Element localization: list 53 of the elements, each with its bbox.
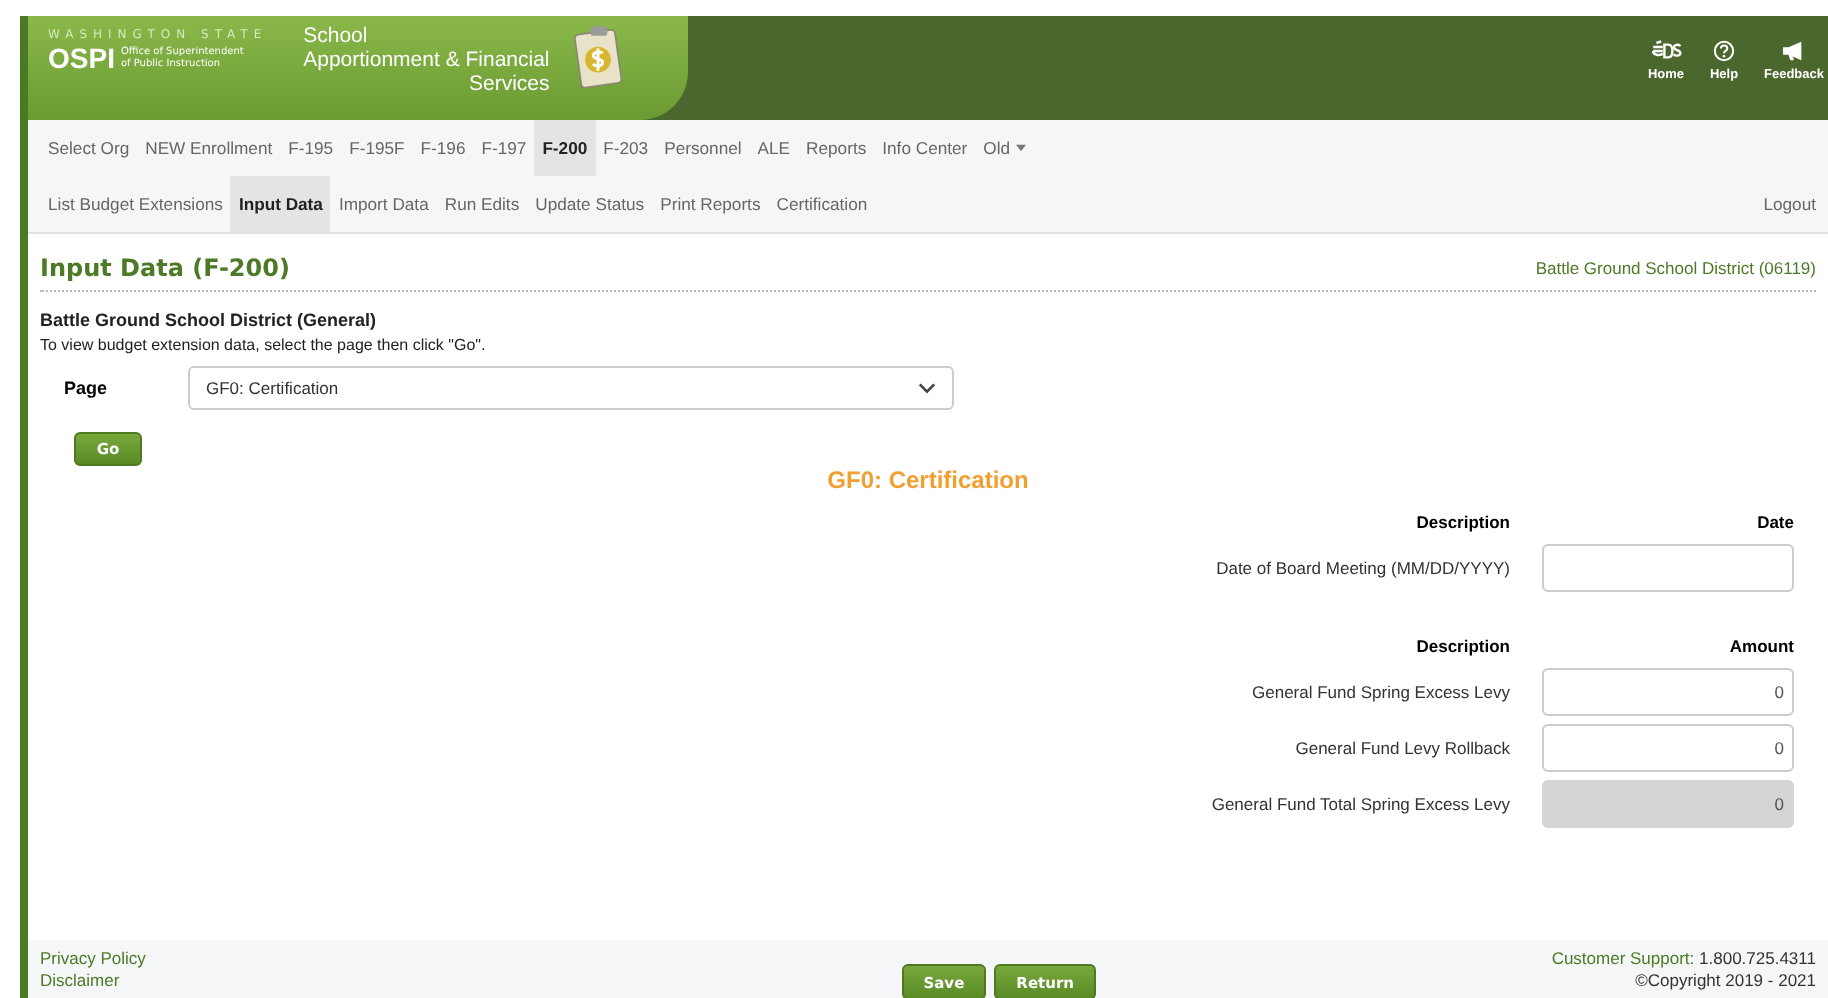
nav-tab[interactable]: F-195 [280, 120, 342, 176]
support-phone: 1.800.725.4311 [1699, 948, 1816, 968]
nav-tab[interactable]: Reports [798, 120, 875, 176]
sub-nav-tab[interactable]: List Budget Extensions [40, 176, 231, 232]
form-title: GF0: Certification [827, 466, 1029, 494]
page-label: Page [62, 378, 110, 398]
sub-nav-tab[interactable]: Import Data [330, 176, 437, 232]
sub-nav-tab[interactable]: Certification [768, 176, 876, 232]
nav-tab[interactable]: F-203 [595, 120, 657, 176]
nav-tab[interactable]: Select Org [40, 120, 138, 176]
field-label: General Fund Spring Excess Levy [1250, 682, 1510, 702]
column-header: Description [1414, 510, 1510, 536]
app-title: Apportionment & Financial [303, 48, 550, 72]
support-label: Customer Support: [1551, 948, 1695, 968]
nav-tab[interactable]: ALE [749, 120, 799, 176]
chevron-down-icon [918, 382, 936, 394]
page-title: Input Data (F-200) [40, 254, 290, 282]
column-header: Description [1414, 634, 1510, 660]
section-title: Battle Ground School District (General) [40, 310, 379, 330]
sub-nav-tab[interactable]: Run Edits [436, 176, 528, 232]
nav-tab[interactable]: Old [975, 120, 1035, 176]
help-icon [1708, 40, 1740, 62]
logout-link[interactable]: Logout [1763, 176, 1828, 232]
nav-tab[interactable]: Personnel [656, 120, 750, 176]
input-field: 0 [1542, 780, 1794, 828]
field-label: Date of Board Meeting (MM/DD/YYYY) [1214, 558, 1510, 578]
column-header: Date [1755, 510, 1794, 536]
app-title: Services [467, 72, 550, 96]
app-title: School [303, 24, 370, 48]
footer-link[interactable]: Privacy Policy [40, 948, 146, 970]
nav-tab[interactable]: F-197 [473, 120, 535, 176]
nav-tab[interactable]: NEW Enrollment [137, 120, 281, 176]
eds-logo-icon [1649, 40, 1682, 62]
nav-tab[interactable]: Info Center [874, 120, 976, 176]
field-label: General Fund Levy Rollback [1293, 738, 1510, 758]
page-select[interactable]: GF0: Certification [188, 366, 954, 410]
nav-tab[interactable]: F-195F [341, 120, 413, 176]
sub-nav-tab[interactable]: Update Status [527, 176, 653, 232]
sub-nav-tab[interactable]: Input Data [230, 176, 331, 232]
input-field[interactable]: 0 [1542, 724, 1794, 772]
footer-link[interactable]: Disclaimer [40, 970, 146, 992]
nav-tab[interactable]: F-196 [412, 120, 474, 176]
sub-nav-tab[interactable]: Print Reports [652, 176, 769, 232]
input-field[interactable] [1542, 544, 1794, 592]
clipboard-dollar-icon [573, 24, 622, 88]
field-label: General Fund Total Spring Excess Levy [1211, 794, 1510, 814]
copyright-text: ©Copyright 2019 - 2021 [1635, 970, 1816, 992]
district-name: Battle Ground School District (06119) [1535, 258, 1816, 278]
input-field[interactable]: 0 [1542, 668, 1794, 716]
agency-logo: OSPI [48, 42, 115, 74]
nav-tab[interactable]: F-200 [534, 120, 596, 176]
instruction-text: To view budget extension data, select the page then click "Go". [40, 336, 488, 354]
column-header: Amount [1727, 634, 1794, 660]
